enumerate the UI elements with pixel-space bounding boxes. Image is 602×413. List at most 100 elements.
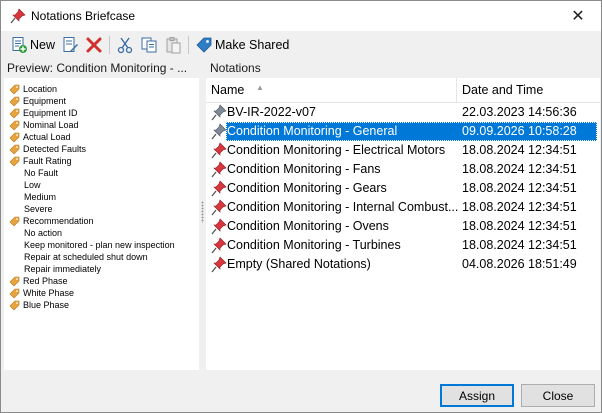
notation-row[interactable]: Condition Monitoring - Internal Combust.… — [206, 198, 600, 217]
preview-item-label: Keep monitored - plan new inspection — [24, 240, 175, 250]
notation-name: BV-IR-2022-v07 — [227, 105, 316, 119]
preview-tree-item: Location — [9, 83, 57, 95]
close-button[interactable]: Close — [521, 384, 595, 407]
notation-date: 18.08.2024 12:34:51 — [462, 200, 577, 214]
notation-row[interactable]: Condition Monitoring - General 09.09.2026… — [206, 122, 600, 141]
delete-button[interactable] — [82, 34, 106, 56]
preview-tree-item: Equipment — [9, 95, 66, 107]
column-header-date[interactable]: Date and Time — [462, 83, 543, 97]
notations-header: Notations — [210, 61, 261, 75]
scissors-icon — [116, 36, 134, 54]
delete-x-icon — [85, 36, 103, 54]
pushpin-icon — [210, 161, 227, 178]
pushpin-icon — [210, 142, 227, 159]
preview-tree-item: Red Phase — [9, 275, 68, 287]
pushpin-icon — [210, 123, 227, 140]
notation-row[interactable]: BV-IR-2022-v07 22.03.2023 14:56:36 — [206, 103, 600, 122]
preview-tree-item: Repair immediately — [24, 263, 101, 275]
sort-ascending-icon: ▲ — [256, 83, 264, 92]
make-shared-button[interactable]: Make Shared — [192, 34, 292, 56]
toolbar-separator — [188, 36, 190, 54]
preview-tree-item: No action — [24, 227, 62, 239]
preview-item-label: Equipment — [23, 96, 67, 106]
notation-date: 18.08.2024 12:34:51 — [462, 181, 577, 195]
notation-date: 18.08.2024 12:34:51 — [462, 162, 577, 176]
preview-tree-item: White Phase — [9, 287, 74, 299]
pushpin-icon — [10, 8, 26, 24]
preview-item-label: White Phase — [23, 288, 75, 298]
toolbar: New Make Shared — [1, 31, 601, 59]
tag-icon — [9, 288, 20, 299]
preview-item-label: Low — [24, 180, 41, 190]
tag-icon — [9, 84, 20, 95]
preview-tree-item: Recommendation — [9, 215, 94, 227]
preview-item-label: Repair at scheduled shut down — [24, 252, 148, 262]
list-header: Name ▲ Date and Time — [206, 78, 600, 103]
column-header-name[interactable]: Name — [211, 83, 244, 97]
preview-tree-item: Repair at scheduled shut down — [24, 251, 148, 263]
window-title: Notations Briefcase — [31, 9, 136, 23]
make-shared-label: Make Shared — [215, 38, 290, 52]
notation-row[interactable]: Condition Monitoring - Ovens 18.08.2024 1… — [206, 217, 600, 236]
copy-button[interactable] — [137, 34, 161, 56]
notation-name: Condition Monitoring - Gears — [227, 181, 387, 195]
notation-row[interactable]: Condition Monitoring - Fans 18.08.2024 12… — [206, 160, 600, 179]
preview-item-label: Repair immediately — [24, 264, 102, 274]
preview-item-label: Nominal Load — [23, 120, 79, 130]
tag-icon — [9, 96, 20, 107]
tag-icon — [9, 300, 20, 311]
preview-tree-item: Medium — [24, 191, 56, 203]
edit-document-icon — [61, 36, 79, 54]
tag-icon — [9, 132, 20, 143]
preview-item-label: Medium — [24, 192, 57, 202]
preview-item-label: Red Phase — [23, 276, 68, 286]
notations-list: Name ▲ Date and Time BV-IR-2022-v07 22.03… — [206, 78, 600, 370]
preview-pane: Location Equipment Equipment ID Nominal Loa… — [4, 78, 199, 370]
splitter-grip[interactable] — [201, 201, 204, 223]
title-bar: Notations Briefcase ✕ — [1, 1, 601, 31]
notation-name: Condition Monitoring - Ovens — [227, 219, 389, 233]
preview-tree-item: Fault Rating — [9, 155, 72, 167]
new-button-label: New — [30, 38, 56, 52]
notation-name: Condition Monitoring - Fans — [227, 162, 381, 176]
pushpin-icon — [210, 218, 227, 235]
column-divider[interactable] — [456, 78, 457, 102]
preview-header: Preview: Condition Monitoring - ... — [7, 61, 188, 75]
notation-name: Condition Monitoring - Turbines — [227, 238, 401, 252]
tag-icon — [9, 276, 20, 287]
paste-icon — [164, 36, 182, 54]
notation-row[interactable]: Condition Monitoring - Gears 18.08.2024 1… — [206, 179, 600, 198]
preview-tree-item: Low — [24, 179, 41, 191]
preview-item-label: No action — [24, 228, 63, 238]
preview-tree-item: Nominal Load — [9, 119, 79, 131]
preview-tree-item: Actual Load — [9, 131, 71, 143]
preview-item-label: Actual Load — [23, 132, 71, 142]
pushpin-icon — [210, 256, 227, 273]
preview-tree-item: Equipment ID — [9, 107, 78, 119]
preview-item-label: Equipment ID — [23, 108, 78, 118]
notation-row[interactable]: Condition Monitoring - Turbines 18.08.202… — [206, 236, 600, 255]
cut-button[interactable] — [113, 34, 137, 56]
new-button[interactable]: New — [7, 34, 58, 56]
toolbar-separator — [109, 36, 111, 54]
preview-tree-item: Detected Faults — [9, 143, 86, 155]
notation-row[interactable]: Empty (Shared Notations) 04.08.2026 18:51… — [206, 255, 600, 274]
paste-button[interactable] — [161, 34, 185, 56]
assign-button[interactable]: Assign — [440, 384, 514, 407]
notations-briefcase-window: Notations Briefcase ✕ New Make Shared Pr… — [0, 0, 602, 413]
notation-date: 22.03.2023 14:56:36 — [462, 105, 577, 119]
pushpin-icon — [210, 237, 227, 254]
notation-name: Condition Monitoring - Electrical Motors — [227, 143, 446, 157]
edit-button[interactable] — [58, 34, 82, 56]
notation-date: 09.09.2026 10:58:28 — [462, 124, 577, 138]
shared-tag-icon — [195, 36, 213, 54]
preview-item-label: Severe — [24, 204, 53, 214]
pushpin-icon — [210, 104, 227, 121]
new-document-icon — [10, 36, 28, 54]
notation-name: Empty (Shared Notations) — [227, 257, 371, 271]
notation-row[interactable]: Condition Monitoring - Electrical Motors… — [206, 141, 600, 160]
pushpin-icon — [210, 199, 227, 216]
close-window-button[interactable]: ✕ — [555, 1, 601, 31]
preview-item-label: Recommendation — [23, 216, 94, 226]
tag-icon — [9, 156, 20, 167]
